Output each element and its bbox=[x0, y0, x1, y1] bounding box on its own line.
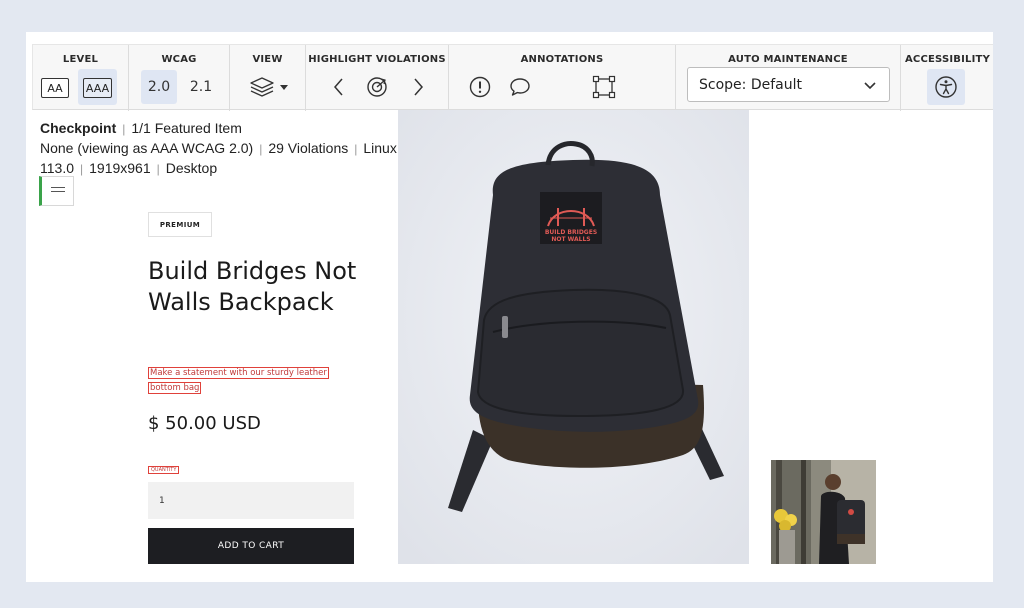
level-title: LEVEL bbox=[62, 54, 99, 65]
device-label: Desktop bbox=[165, 160, 218, 176]
comment-icon bbox=[510, 78, 530, 96]
accessibility-title: ACCESSIBILITY bbox=[904, 54, 991, 65]
product-thumbnail[interactable] bbox=[771, 460, 876, 564]
annotations-title: ANNOTATIONS bbox=[520, 54, 604, 65]
os-label: Linux bbox=[363, 140, 397, 156]
separator: | bbox=[122, 122, 126, 136]
accessibility-group: ACCESSIBILITY bbox=[901, 45, 993, 111]
checkpoint-label: Checkpoint bbox=[40, 120, 117, 136]
accessibility-person-icon bbox=[935, 76, 957, 98]
chevron-right-icon bbox=[414, 78, 423, 96]
add-comment-button[interactable] bbox=[505, 71, 535, 103]
product-title: Build Bridges Not Walls Backpack bbox=[148, 257, 357, 316]
separator: | bbox=[354, 142, 358, 156]
product-image: BUILD BRIDGES NOT WALLS bbox=[398, 110, 749, 564]
product-price: $ 50.00 USD bbox=[148, 413, 261, 434]
wcag-2-1-button[interactable]: 2.1 bbox=[183, 70, 219, 104]
add-issue-button[interactable] bbox=[465, 71, 495, 103]
featured-item-count[interactable]: 1/1 Featured Item bbox=[131, 120, 242, 136]
description-line-1: Make a statement with our sturdy leather bbox=[148, 367, 329, 379]
hamburger-icon bbox=[50, 186, 65, 192]
quantity-label: QUANTITY bbox=[148, 466, 180, 474]
scope-select[interactable]: Scope: Default bbox=[687, 67, 890, 102]
view-title: VIEW bbox=[252, 54, 283, 65]
separator: | bbox=[156, 162, 160, 176]
level-group: LEVEL AA AAA bbox=[33, 45, 129, 111]
viewing-as-text: None (viewing as AAA WCAG 2.0) bbox=[40, 140, 254, 156]
scope-select-value: Scope: Default bbox=[699, 76, 802, 93]
auto-maintenance-group: AUTO MAINTENANCE Scope: Default bbox=[676, 45, 901, 111]
annotations-group: ANNOTATIONS bbox=[449, 45, 676, 111]
chevron-down-icon bbox=[864, 82, 876, 90]
patch-line-2: NOT WALLS bbox=[551, 236, 590, 243]
app-frame: LEVEL AA AAA WCAG 2.0 2.1 VIEW HIGHLIGHT… bbox=[26, 32, 993, 582]
layers-icon bbox=[250, 77, 288, 97]
violations-count[interactable]: 29 Violations bbox=[268, 140, 348, 156]
premium-badge: PREMIUM bbox=[148, 212, 212, 237]
separator: | bbox=[259, 142, 263, 156]
level-aaa-selected[interactable]: AAA bbox=[78, 69, 117, 105]
backpack-illustration: BUILD BRIDGES NOT WALLS bbox=[398, 110, 749, 564]
alert-circle-icon bbox=[469, 76, 491, 98]
region-select-icon bbox=[592, 75, 616, 99]
product-description: Make a statement with our sturdy leather… bbox=[148, 366, 358, 396]
target-icon bbox=[367, 77, 387, 97]
select-region-button[interactable] bbox=[589, 71, 619, 103]
next-violation-button[interactable] bbox=[403, 71, 433, 103]
patch-line-1: BUILD BRIDGES bbox=[545, 229, 597, 236]
resolution-label: 1919x961 bbox=[89, 160, 151, 176]
prev-violation-button[interactable] bbox=[324, 71, 354, 103]
highlight-title: HIGHLIGHT VIOLATIONS bbox=[308, 54, 446, 65]
quantity-input[interactable]: 1 bbox=[148, 482, 354, 519]
accessibility-button[interactable] bbox=[927, 69, 965, 105]
view-group: VIEW bbox=[230, 45, 306, 111]
auto-maintenance-title: AUTO MAINTENANCE bbox=[728, 54, 848, 65]
lifestyle-photo bbox=[771, 460, 876, 564]
wcag-2-0-button[interactable]: 2.0 bbox=[141, 70, 177, 104]
description-line-2: bottom bag bbox=[148, 382, 202, 394]
level-aaa-button[interactable]: AAA bbox=[83, 78, 112, 98]
chevron-left-icon bbox=[334, 78, 343, 96]
add-to-cart-button[interactable]: ADD TO CART bbox=[148, 528, 354, 564]
level-aa-button[interactable]: AA bbox=[41, 78, 69, 98]
wcag-title: WCAG bbox=[161, 54, 197, 65]
separator: | bbox=[80, 162, 84, 176]
view-dropdown-button[interactable] bbox=[246, 71, 292, 103]
hamburger-menu-button[interactable] bbox=[39, 176, 74, 206]
highlight-violations-group: HIGHLIGHT VIOLATIONS bbox=[306, 45, 449, 111]
locate-violation-button[interactable] bbox=[362, 71, 392, 103]
toolbar: LEVEL AA AAA WCAG 2.0 2.1 VIEW HIGHLIGHT… bbox=[32, 44, 993, 111]
wcag-group: WCAG 2.0 2.1 bbox=[129, 45, 230, 111]
